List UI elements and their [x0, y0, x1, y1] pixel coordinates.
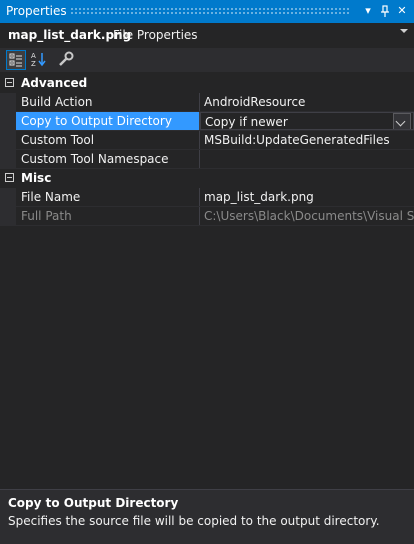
property-value[interactable]: [200, 150, 414, 168]
property-value-select[interactable]: Copy if newer: [200, 112, 414, 130]
alphabetical-button[interactable]: A Z: [29, 50, 49, 70]
category-advanced[interactable]: Advanced: [0, 74, 414, 93]
categorized-button[interactable]: [6, 50, 26, 70]
property-custom-tool-namespace[interactable]: Custom Tool Namespace: [0, 150, 414, 169]
categorized-icon: [9, 53, 22, 67]
property-value[interactable]: map_list_dark.png: [200, 188, 414, 206]
property-custom-tool[interactable]: Custom Tool MSBuild:UpdateGeneratedFiles: [0, 131, 414, 150]
properties-toolbar: A Z: [0, 48, 414, 72]
property-full-path[interactable]: Full Path C:\Users\Black\Documents\Visua…: [0, 207, 414, 226]
svg-text:A: A: [31, 52, 36, 60]
row-indent: [0, 150, 16, 169]
title-bar: Properties ▾ ✕: [0, 0, 414, 23]
property-copy-to-output[interactable]: Copy to Output Directory Copy if newer: [0, 112, 414, 131]
property-pages-button[interactable]: [57, 50, 77, 70]
close-icon[interactable]: ✕: [394, 3, 410, 19]
chevron-down-icon[interactable]: [400, 29, 408, 33]
svg-text:Z: Z: [31, 60, 36, 68]
property-value[interactable]: C:\Users\Black\Documents\Visual Stud: [200, 207, 414, 225]
property-value[interactable]: MSBuild:UpdateGeneratedFiles: [200, 131, 414, 149]
description-title: Copy to Output Directory: [8, 496, 179, 510]
property-name: Custom Tool: [16, 131, 200, 149]
property-name: Build Action: [16, 93, 200, 111]
pin-icon[interactable]: [377, 3, 393, 19]
property-grid: Advanced Build Action AndroidResource Co…: [0, 74, 414, 489]
category-label: Advanced: [21, 76, 88, 90]
description-pane: Copy to Output Directory Specifies the s…: [0, 489, 414, 544]
row-indent: [0, 131, 16, 150]
window-title: Properties: [6, 4, 67, 18]
collapse-icon[interactable]: [5, 173, 14, 182]
object-selector[interactable]: map_list_dark.png File Properties: [0, 23, 414, 48]
row-indent: [0, 207, 16, 226]
wrench-icon: [59, 51, 74, 66]
selected-value: Copy if newer: [205, 115, 288, 129]
dropdown-chevron-icon[interactable]: [393, 113, 411, 129]
property-value[interactable]: AndroidResource: [200, 93, 414, 111]
property-name: Custom Tool Namespace: [16, 150, 200, 168]
description-text: Specifies the source file will be copied…: [8, 514, 380, 528]
property-file-name[interactable]: File Name map_list_dark.png: [0, 188, 414, 207]
property-name: Copy to Output Directory: [16, 112, 200, 130]
category-misc[interactable]: Misc: [0, 169, 414, 188]
drag-grip[interactable]: [70, 7, 350, 15]
object-type: File Properties: [113, 28, 198, 42]
pin-icon-svg: [381, 5, 389, 17]
property-build-action[interactable]: Build Action AndroidResource: [0, 93, 414, 112]
collapse-icon[interactable]: [5, 78, 14, 87]
window-dropdown-icon[interactable]: ▾: [360, 3, 376, 19]
row-indent: [0, 93, 16, 112]
category-label: Misc: [21, 171, 52, 185]
alphabetical-icon: A Z: [31, 52, 46, 68]
row-indent: [0, 188, 16, 207]
property-name: Full Path: [16, 207, 200, 225]
property-name: File Name: [16, 188, 200, 206]
row-indent: [0, 112, 16, 131]
